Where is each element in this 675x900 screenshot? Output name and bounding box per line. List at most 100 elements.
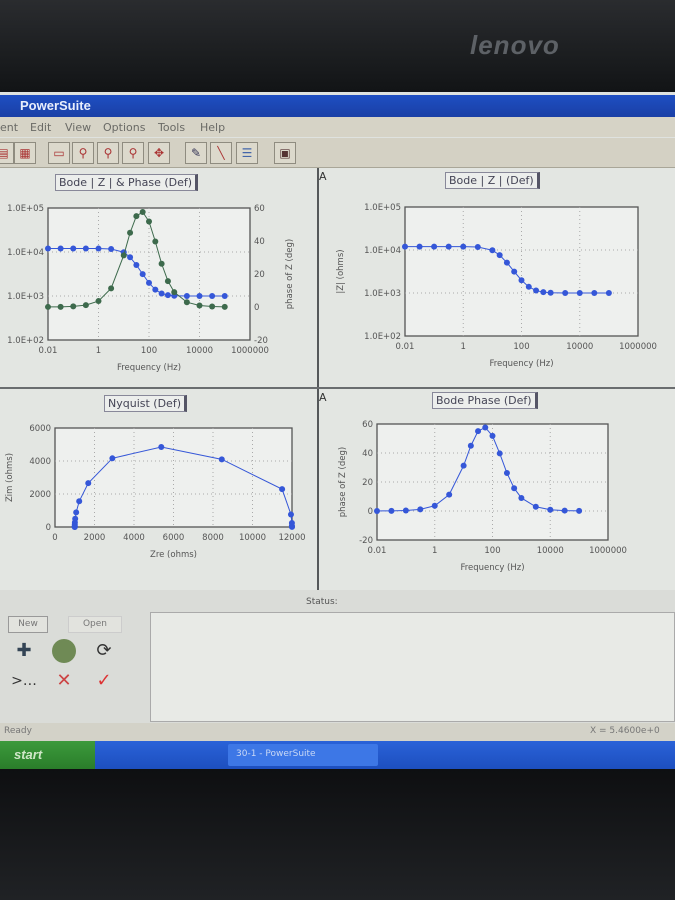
data-point (158, 260, 165, 267)
data-point (76, 498, 83, 505)
x-tick-label: 10000 (186, 346, 213, 356)
x-tick-label: 1 (432, 546, 437, 556)
x-tick-label: 6000 (163, 533, 185, 543)
data-point (70, 303, 77, 310)
data-point (45, 245, 51, 252)
data-point (279, 486, 286, 493)
y2-tick-label: -20 (254, 336, 268, 346)
y2-tick-label: 40 (254, 237, 265, 247)
data-point (431, 243, 438, 250)
y-tick-label: 1.0E+05 (7, 204, 44, 214)
data-point (152, 286, 159, 293)
x-tick-label: 0 (52, 533, 57, 543)
data-point (562, 289, 569, 296)
data-point (146, 218, 152, 225)
data-point (171, 289, 178, 296)
run-icon[interactable] (46, 638, 82, 664)
status-text-area[interactable] (150, 612, 675, 722)
x-axis-label: Frequency (Hz) (117, 363, 181, 373)
data-point (133, 261, 140, 268)
x-tick-label: 8000 (202, 533, 224, 543)
data-point (127, 229, 134, 236)
data-point (576, 290, 583, 296)
open-button[interactable]: Open (68, 616, 122, 633)
accept-icon[interactable]: ✓ (86, 668, 122, 694)
y-tick-label: 1.0E+04 (364, 246, 401, 256)
y-tick-label: 1.0E+02 (364, 332, 401, 342)
prompt-icon[interactable]: >… (6, 668, 42, 694)
data-point (82, 245, 89, 252)
data-point (467, 442, 474, 449)
data-point (221, 293, 228, 299)
data-point (158, 443, 165, 450)
data-point (164, 278, 171, 285)
y-tick-label: 40 (362, 449, 373, 459)
data-point (547, 289, 554, 296)
data-point (591, 290, 598, 296)
y-tick-label: 1.0E+04 (7, 248, 44, 258)
data-point (525, 283, 532, 290)
data-point (417, 506, 424, 513)
status-label: Status: (306, 597, 338, 607)
data-point (45, 303, 51, 310)
data-point (108, 285, 115, 292)
data-point (518, 494, 525, 501)
data-point (445, 243, 452, 250)
data-point (489, 247, 496, 254)
x-tick-label: 12000 (278, 533, 305, 543)
refresh-icon[interactable]: ⟳ (86, 638, 122, 664)
cancel-icon[interactable]: ✕ (46, 668, 82, 694)
data-point (402, 243, 408, 250)
y-tick-label: 6000 (29, 424, 51, 434)
x-tick-label: 100 (484, 546, 500, 556)
taskbar-app-powersuite[interactable]: 30-1 - PowerSuite (228, 744, 378, 766)
data-point (416, 243, 423, 250)
x-axis-label: Frequency (Hz) (489, 359, 553, 369)
data-point (95, 245, 102, 252)
y-tick-label: 20 (362, 478, 373, 488)
taskbar: start 30-1 - PowerSuite (0, 741, 675, 769)
y-tick-label: 1.0E+03 (7, 292, 44, 302)
y-axis-label: Zim (ohms) (5, 453, 15, 502)
add-experiment-icon[interactable]: ✚ (6, 638, 42, 664)
x-tick-label: 1000000 (619, 342, 657, 352)
data-point (532, 503, 539, 510)
taskbar-app-label: 30-1 - PowerSuite (236, 749, 316, 759)
start-label: start (14, 747, 43, 762)
y2-axis-label: phase of Z (deg) (285, 239, 295, 309)
data-point (533, 287, 540, 294)
data-point (139, 208, 146, 215)
x-tick-label: 1 (96, 346, 101, 356)
data-point (183, 292, 190, 299)
x-tick-label: 1 (461, 342, 466, 352)
data-point (57, 245, 64, 252)
data-point (511, 268, 518, 275)
data-point (496, 252, 503, 259)
x-tick-label: 4000 (123, 533, 145, 543)
x-axis-label: Zre (ohms) (150, 550, 197, 560)
y2-tick-label: 20 (254, 270, 265, 280)
data-point (503, 259, 510, 266)
y-tick-label: 1.0E+03 (364, 289, 401, 299)
start-button[interactable]: start (0, 741, 95, 769)
data-point (288, 520, 295, 527)
data-point (108, 245, 115, 252)
cursor-coordinates: X = 5.4600e+0 (590, 726, 660, 736)
data-point (133, 213, 140, 220)
x-tick-label: 0.01 (39, 346, 58, 356)
x-axis-label: Frequency (Hz) (460, 563, 524, 573)
data-point (196, 293, 203, 299)
data-point (287, 511, 294, 518)
y2-tick-label: 0 (254, 303, 259, 313)
x-tick-label: 10000 (239, 533, 266, 543)
y-tick-label: 1.0E+02 (7, 336, 44, 346)
new-button[interactable]: New (8, 616, 48, 633)
data-point (164, 292, 171, 299)
monitor-bezel-bottom (0, 769, 675, 900)
data-point (460, 462, 467, 469)
y-tick-label: 2000 (29, 490, 51, 500)
data-point (209, 303, 216, 310)
data-point (547, 506, 554, 513)
data-point (218, 456, 225, 463)
data-point (71, 523, 78, 530)
